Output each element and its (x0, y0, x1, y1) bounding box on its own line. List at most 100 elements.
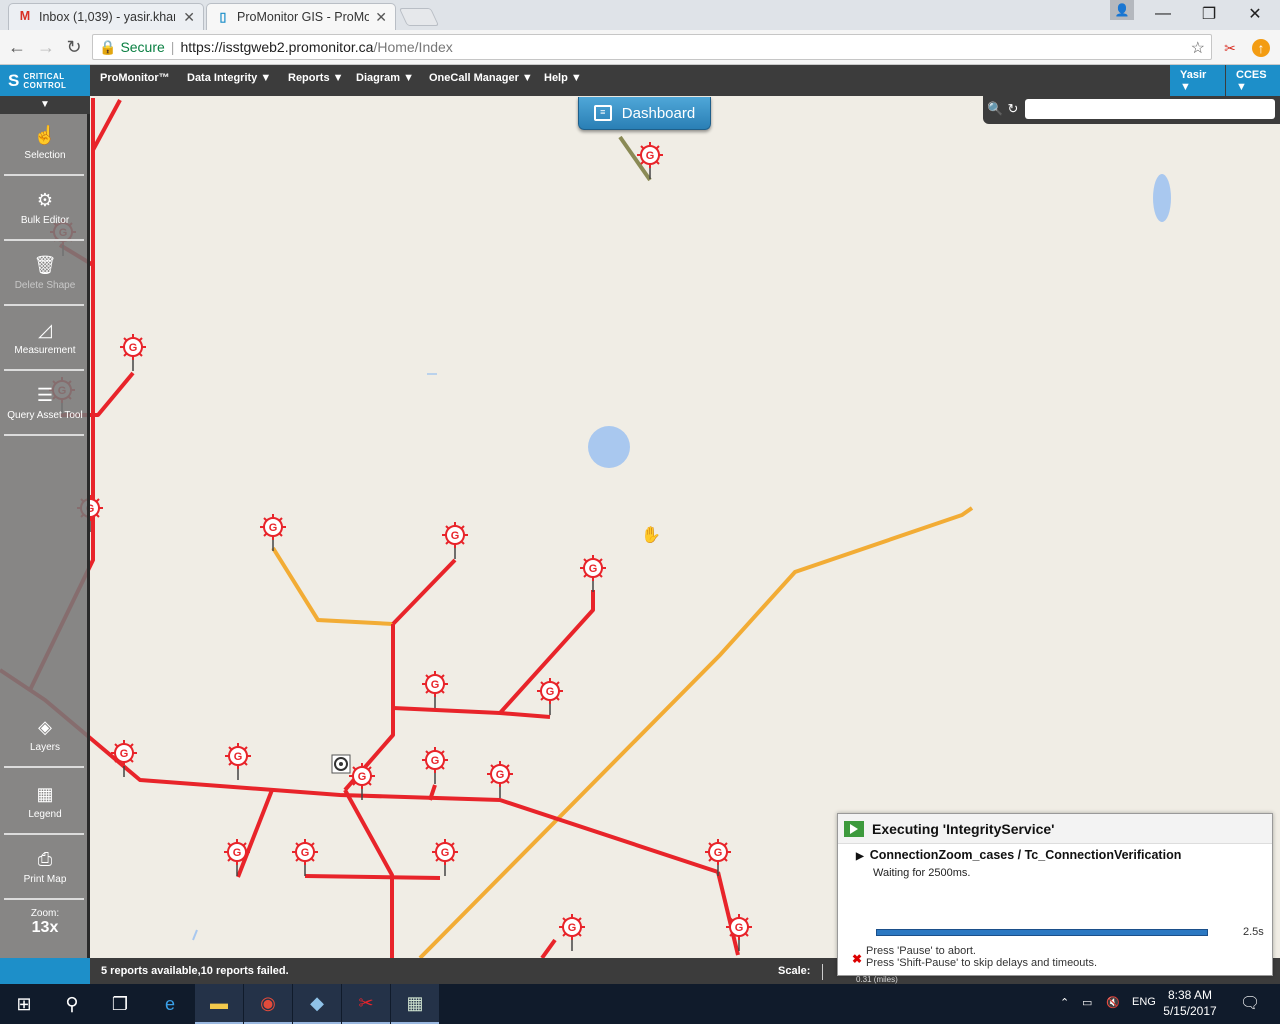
pipeline-red[interactable] (0, 98, 740, 958)
menu-onecall-manager[interactable]: OneCall Manager ▼ (429, 72, 533, 84)
refresh-icon[interactable]: ↻ (1005, 101, 1021, 117)
search-input[interactable] (1025, 99, 1275, 119)
layers-icon: ◈ (38, 717, 52, 737)
menu-reports[interactable]: Reports ▼ (288, 72, 344, 84)
menu-diagram[interactable]: Diagram ▼ (356, 72, 414, 84)
gas-facility-icon[interactable] (421, 746, 449, 785)
volume-icon[interactable]: 🔇 (1106, 996, 1120, 1009)
execution-hint: Press 'Pause' to abort. Press 'Shift-Pau… (866, 945, 1097, 969)
search-taskbar-icon[interactable]: ⚲ (48, 984, 96, 1024)
search-icon[interactable]: 🔍 (987, 101, 1003, 117)
legend-icon: ▦ (36, 784, 54, 804)
notifications-icon[interactable]: 🗨 (1240, 993, 1260, 1013)
report-status[interactable]: 5 reports available,10 reports failed. (101, 965, 289, 977)
task-view-icon[interactable]: ❐ (96, 984, 144, 1024)
minimize-icon[interactable]: — (1140, 0, 1186, 28)
close-icon[interactable]: ✕ (375, 9, 387, 26)
extension-icon[interactable]: ✂ (1221, 39, 1239, 57)
tool-query-asset[interactable]: ☰ Query Asset Tool (0, 374, 90, 436)
new-tab-button[interactable] (398, 8, 440, 26)
gas-facility-icon[interactable] (636, 141, 664, 180)
execution-title: Executing 'IntegrityService' (872, 820, 1055, 837)
language-indicator[interactable]: ENG (1132, 996, 1156, 1008)
gas-facility-icon[interactable] (421, 670, 449, 709)
forward-icon[interactable]: → (35, 36, 57, 58)
abort-icon: ✖ (852, 952, 863, 966)
tab-inbox[interactable]: M Inbox (1,039) - yasir.khan ✕ (8, 3, 204, 30)
tool-print-map[interactable]: ⎙ Print Map (0, 838, 90, 900)
bulk-editor-icon: ⚙ (36, 190, 54, 210)
execution-header: Executing 'IntegrityService' (838, 814, 1272, 844)
gas-facility-icon[interactable] (431, 838, 459, 877)
gas-facility-icon[interactable] (486, 760, 514, 799)
app-icon[interactable]: ◆ (293, 984, 341, 1024)
tool-delete-shape[interactable]: 🗑 Delete Shape (0, 244, 90, 306)
hint-pause: Press 'Pause' to abort. (866, 945, 976, 957)
tool-selection[interactable]: ☝ Selection (0, 114, 90, 176)
spreadsheet-icon[interactable]: ▦ (391, 984, 439, 1024)
zoom-indicator: Zoom: 13x (0, 908, 90, 937)
bookmark-star-icon[interactable]: ☆ (1191, 38, 1205, 58)
zoom-label: Zoom: (30, 908, 60, 919)
url-input[interactable]: 🔒 Secure | https://isstgweb2.promonitor.… (92, 34, 1212, 60)
ruler-icon: ◿ (38, 320, 52, 340)
dashboard-label: Dashboard (621, 104, 696, 122)
tool-measurement[interactable]: ◿ Measurement (0, 309, 90, 371)
tool-layers[interactable]: ◈ Layers (0, 706, 90, 768)
gas-facility-icon[interactable] (259, 513, 287, 552)
reload-icon[interactable]: ↻ (63, 36, 85, 58)
restore-icon[interactable]: ❐ (1186, 0, 1232, 28)
tray-chevron-icon[interactable]: ⌃ (1060, 996, 1069, 1009)
menu-help[interactable]: Help ▼ (544, 72, 582, 84)
app-navbar: S CRITICAL CONTROL ProMonitor™ Data Integ… (0, 65, 1280, 96)
profile-icon[interactable]: 👤 (1110, 0, 1134, 20)
dashboard-button[interactable]: ≡ Dashboard (578, 97, 711, 130)
org-menu[interactable]: CCES ▼ (1226, 65, 1280, 96)
execution-case[interactable]: ▶ ConnectionZoom_cases / Tc_ConnectionVer… (856, 848, 1181, 862)
test-tool-icon[interactable]: ✂ (342, 984, 390, 1024)
gas-facility-icon[interactable] (558, 913, 586, 952)
logo-mark-icon: S (8, 70, 20, 90)
close-window-icon[interactable]: ✕ (1232, 0, 1278, 28)
tab-promonitor[interactable]: ▯ ProMonitor GIS - ProMonitor ✕ (206, 3, 396, 30)
file-explorer-icon[interactable]: ▬ (195, 984, 243, 1024)
user-menu[interactable]: Yasir ▼ (1170, 65, 1225, 96)
gas-facility-icon[interactable] (441, 521, 469, 560)
valve-marker-icon[interactable] (331, 754, 351, 774)
expand-icon[interactable]: ▶ (856, 851, 864, 862)
critical-control-logo[interactable]: S CRITICAL CONTROL (0, 65, 90, 96)
gas-facility-icon[interactable] (224, 742, 252, 781)
update-icon[interactable]: ↑ (1252, 39, 1270, 57)
creek (192, 929, 198, 941)
tool-bulk-editor[interactable]: ⚙ Bulk Editor (0, 179, 90, 241)
tool-label: Delete Shape (14, 280, 76, 291)
gas-facility-icon[interactable] (291, 838, 319, 877)
tool-legend[interactable]: ▦ Legend (0, 773, 90, 835)
gas-facility-icon[interactable] (536, 677, 564, 716)
tool-sidebar: ▼ ☝ Selection ⚙ Bulk Editor 🗑 Delete Sha… (0, 96, 90, 958)
sidebar-toggle[interactable]: ▼ (0, 96, 90, 114)
logo-text-line1: CRITICAL (23, 71, 65, 81)
close-icon[interactable]: ✕ (183, 9, 195, 26)
menu-data-integrity[interactable]: Data Integrity ▼ (187, 72, 271, 84)
execution-panel: Executing 'IntegrityService' ▶ Connection… (837, 813, 1273, 976)
menu-promonitor[interactable]: ProMonitor™ (100, 72, 170, 84)
dashboard-icon: ≡ (593, 105, 612, 121)
tool-label: Layers (29, 742, 60, 753)
wait-status: Waiting for 2500ms. (873, 867, 971, 879)
internet-explorer-icon[interactable]: e (146, 984, 194, 1024)
clock[interactable]: 8:38 AM 5/15/2017 (1160, 987, 1220, 1019)
gas-facility-icon[interactable] (579, 554, 607, 593)
tool-label: Print Map (23, 874, 67, 885)
progress-seconds: 2.5s (1243, 926, 1264, 938)
zoom-value: 13x (31, 919, 59, 936)
windows-start-icon[interactable]: ⊞ (0, 984, 48, 1024)
browser-tab-bar: M Inbox (1,039) - yasir.khan ✕ ▯ ProMoni… (0, 0, 1280, 30)
chrome-icon[interactable]: ◉ (244, 984, 292, 1024)
windows-taskbar: ⊞ ⚲ ❐ e ▬ ◉ ◆ ✂ ▦ ⌃ ▭ 🔇 ENG 8:38 AM 5/15… (0, 984, 1280, 1024)
network-icon[interactable]: ▭ (1082, 996, 1092, 1009)
clock-date: 5/15/2017 (1163, 1004, 1217, 1018)
gas-facility-icon[interactable] (119, 333, 147, 372)
hint-shift-pause: Press 'Shift-Pause' to skip delays and t… (866, 957, 1098, 969)
back-icon[interactable]: ← (6, 36, 28, 58)
